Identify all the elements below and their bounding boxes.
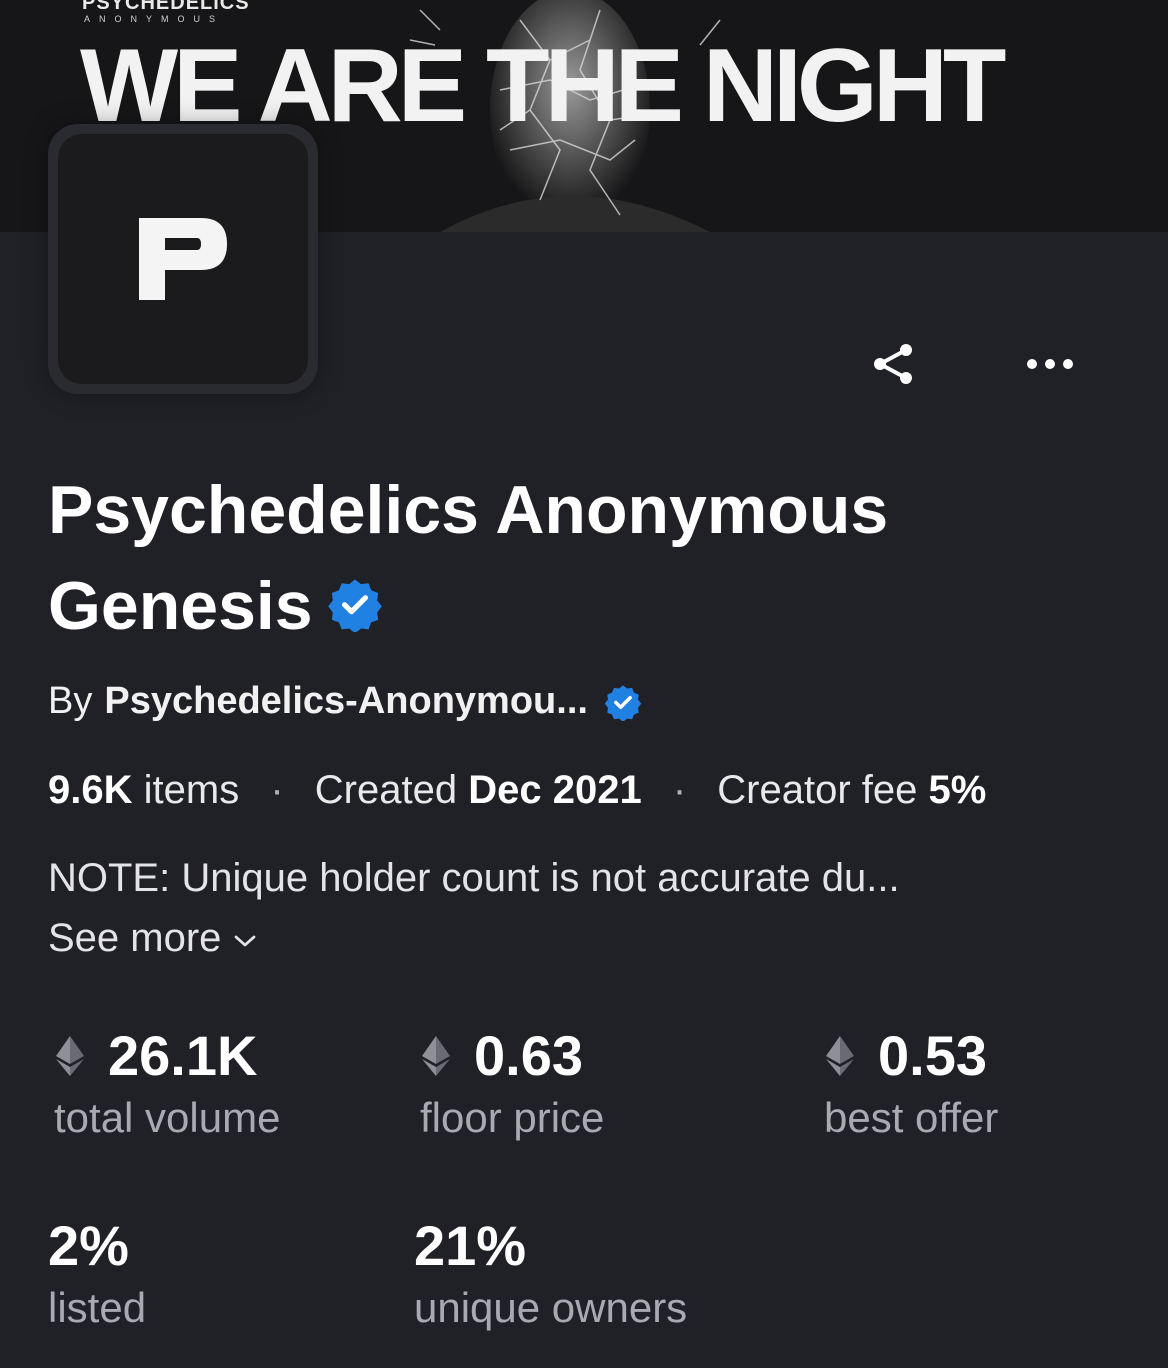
collection-title: Psychedelics Anonymous Genesis <box>48 462 1118 654</box>
banner-brand: PSYCHEDELICS <box>82 0 250 14</box>
creator-link[interactable]: Psychedelics-Anonymou... <box>104 680 588 723</box>
stat-unique-owners: 21% unique owners <box>414 1214 687 1336</box>
by-label: By <box>48 680 93 722</box>
share-icon[interactable] <box>868 338 920 390</box>
fee-value: 5% <box>928 768 987 812</box>
stat-listed: 2% listed <box>48 1214 146 1336</box>
items-count: 9.6K <box>48 768 133 812</box>
stat-total-volume: 26.1K total volume <box>54 1024 280 1146</box>
stat-value: 26.1K <box>108 1024 258 1087</box>
created-date: Dec 2021 <box>468 768 642 812</box>
separator-dot: · <box>672 768 687 812</box>
chevron-down-icon <box>235 935 256 946</box>
collection-title-text: Psychedelics Anonymous Genesis <box>48 472 889 644</box>
stat-label: listed <box>48 1284 147 1331</box>
stat-label: total volume <box>54 1094 281 1141</box>
stat-value: 2% <box>48 1214 129 1277</box>
avatar-logo <box>58 134 308 384</box>
stat-value: 0.53 <box>878 1024 987 1087</box>
eth-icon <box>826 1036 854 1076</box>
fee-label: Creator fee <box>717 768 918 812</box>
verified-badge-icon <box>327 579 382 633</box>
stat-label: unique owners <box>414 1284 688 1331</box>
more-options-icon[interactable] <box>1022 346 1078 382</box>
eth-icon <box>56 1036 84 1076</box>
collection-avatar <box>48 124 318 394</box>
items-label: items <box>143 768 240 812</box>
separator-dot: · <box>270 768 284 812</box>
see-more-label: See more <box>48 916 222 960</box>
see-more-button[interactable]: See more <box>48 916 257 961</box>
banner-headline: WE ARE THE NIGHT <box>80 28 1006 144</box>
stat-best-offer: 0.53 best offer <box>824 1024 998 1146</box>
banner-brand-sub: ANONYMOUS <box>84 14 225 24</box>
created-label: Created <box>314 768 458 812</box>
creator-line: By Psychedelics-Anonymou... <box>48 680 642 723</box>
stat-label: floor price <box>420 1094 605 1141</box>
stat-label: best offer <box>824 1094 999 1141</box>
eth-icon <box>422 1036 450 1076</box>
stat-floor-price: 0.63 floor price <box>420 1024 604 1146</box>
verified-badge-icon <box>604 684 642 721</box>
collection-meta: 9.6K items · Created Dec 2021 · Creator … <box>48 768 986 813</box>
stat-value: 0.63 <box>474 1024 583 1087</box>
stat-value: 21% <box>414 1214 527 1277</box>
collection-description: NOTE: Unique holder count is not accurat… <box>48 856 900 900</box>
p-logo-icon <box>139 218 227 300</box>
